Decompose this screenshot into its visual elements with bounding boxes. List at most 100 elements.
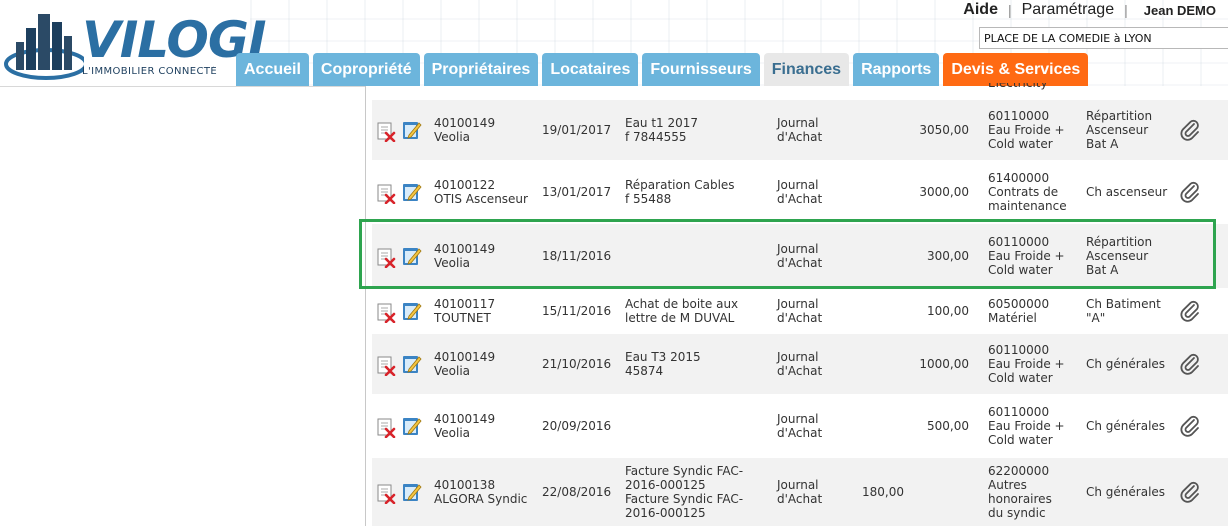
attachment-icon[interactable]: [1178, 299, 1202, 323]
libelle-cell-line: Facture Syndic FAC-: [625, 464, 744, 478]
attachment-icon[interactable]: [1178, 118, 1202, 142]
tab-copropri-t-[interactable]: Copropriété: [312, 53, 420, 86]
account-cell-line: Autres: [988, 478, 1027, 492]
supplier-cell-line: 40100149: [434, 242, 496, 256]
journal-cell-line: d'Achat: [777, 492, 823, 506]
account-cell-line: maintenance: [988, 199, 1067, 213]
libelle-cell-line: Eau T3 2015: [625, 350, 701, 364]
account-cell-line: 60110000: [988, 343, 1050, 357]
attachment-icon[interactable]: [1178, 180, 1202, 204]
libelle-cell-line: Eau t1 2017: [625, 116, 699, 130]
account-cell-line: du syndic: [988, 506, 1046, 520]
delete-icon[interactable]: [376, 122, 396, 143]
tab-devis-services[interactable]: Devis & Services: [943, 53, 1089, 86]
amount-cell: 1000,00: [919, 357, 969, 371]
table-row[interactable]: 40100149 Veolia 20/09/2016 Journal d'Achat 50…: [372, 396, 1228, 456]
edit-icon[interactable]: [402, 301, 422, 321]
main-nav: Accueil Copropriété Propriétaires Locataire…: [236, 53, 1092, 86]
table-row[interactable]: 40100138 ALGORA Syndic 22/08/2016 Facture S…: [372, 458, 1228, 526]
edit-icon[interactable]: [402, 482, 422, 502]
supplier-cell: 40100149 Veolia: [434, 350, 495, 378]
repartition-cell: Répartition Ascenseur Bat A: [1086, 235, 1152, 277]
amount-cell: 500,00: [927, 419, 969, 433]
debit-cell: 180,00: [862, 485, 904, 499]
repartition-cell-line: Ascenseur: [1086, 249, 1149, 263]
amount-cell: 300,00: [927, 249, 969, 263]
account-cell: 62200000 Autres honoraires du syndic: [988, 464, 1052, 520]
supplier-cell-line: 40100149: [434, 116, 496, 130]
edit-icon[interactable]: [402, 120, 422, 140]
tab-fournisseurs[interactable]: Fournisseurs: [642, 53, 760, 86]
tab-locataires[interactable]: Locataires: [542, 53, 639, 86]
amount-cell: 3000,00: [919, 185, 969, 199]
repartition-cell: Ch générales: [1086, 357, 1165, 371]
supplier-cell-line: 40100122: [434, 178, 496, 192]
date-cell: 18/11/2016: [542, 249, 612, 263]
libelle-cell-line: 2016-000125: [625, 506, 706, 520]
edit-icon[interactable]: [402, 246, 422, 266]
libelle-cell: Réparation Cables f 55488: [625, 178, 735, 206]
account-cell-line: 60110000: [988, 109, 1050, 123]
attachment-icon[interactable]: [1178, 352, 1202, 376]
journal-cell-line: Journal: [777, 297, 819, 311]
delete-icon[interactable]: [376, 248, 396, 269]
parametrage-link[interactable]: Paramétrage: [1022, 1, 1115, 19]
tab-rapports[interactable]: Rapports: [853, 53, 940, 86]
account-cell-line: 61400000: [988, 171, 1050, 185]
delete-icon[interactable]: [376, 418, 396, 439]
attachment-icon[interactable]: [1178, 480, 1202, 504]
table-row[interactable]: 40100149 Veolia 19/01/2017 Eau t1 2017 f 784…: [372, 100, 1228, 160]
account-cell: 60110000 Eau Froide + Cold water: [988, 109, 1065, 151]
edit-icon[interactable]: [402, 354, 422, 374]
supplier-cell-line: OTIS Ascenseur: [434, 192, 528, 206]
table-row[interactable]: 40100149 Veolia 18/11/2016 Journal d'Achat 30…: [372, 224, 1228, 288]
edit-icon[interactable]: [402, 182, 422, 202]
tab-finances[interactable]: Finances: [763, 53, 850, 86]
libelle-cell-line: f 7844555: [625, 130, 687, 144]
delete-icon[interactable]: [376, 303, 396, 324]
account-cell-line: 60110000: [988, 405, 1050, 419]
journal-cell: Journal d'Achat: [777, 116, 822, 144]
user-name[interactable]: Jean DEMO: [1144, 3, 1216, 18]
supplier-cell: 40100138 ALGORA Syndic: [434, 478, 527, 506]
account-cell-line: 60110000: [988, 235, 1050, 249]
table-row[interactable]: 40100149 Veolia 21/10/2016 Eau T3 2015 45874…: [372, 334, 1228, 394]
journal-cell-line: Journal: [777, 116, 819, 130]
delete-icon[interactable]: [376, 484, 396, 505]
top-links: Aide | Paramétrage | Jean DEMO: [963, 1, 1216, 19]
table-row[interactable]: 40100122 OTIS Ascenseur 13/01/2017 Réparati…: [372, 162, 1228, 222]
repartition-cell-line: Ch générales: [1086, 357, 1166, 371]
vilogi-logo[interactable]: VILOGI L'IMMOBILIER CONNECTÉ: [4, 6, 267, 86]
table-row[interactable]: 40100117 TOUTNET 15/11/2016 Achat de boite …: [372, 290, 1228, 332]
account-cell-line: Contrats de: [988, 185, 1059, 199]
delete-icon[interactable]: [376, 356, 396, 377]
tab-accueil[interactable]: Accueil: [236, 53, 309, 86]
account-cell-line: Cold water: [988, 263, 1053, 277]
account-cell-line: 62200000: [988, 464, 1050, 478]
delete-icon[interactable]: [376, 184, 396, 205]
account-cell: 60110000 Eau Froide + Cold water: [988, 343, 1065, 385]
account-cell-line: 60500000: [988, 297, 1050, 311]
header: VILOGI L'IMMOBILIER CONNECTÉ Aide | Para…: [0, 0, 1228, 87]
journal-cell: Journal d'Achat: [777, 350, 822, 378]
supplier-cell-line: Veolia: [434, 130, 471, 144]
journal-cell-line: Journal: [777, 350, 819, 364]
journal-cell-line: Journal: [777, 178, 819, 192]
attachment-icon[interactable]: [1178, 414, 1202, 438]
tab-propri-taires[interactable]: Propriétaires: [423, 53, 539, 86]
account-cell-line: Matériel: [988, 311, 1037, 325]
aide-link[interactable]: Aide: [963, 1, 998, 19]
account-cell: 60500000 Matériel: [988, 297, 1049, 325]
account-cell-line: Cold water: [988, 137, 1053, 151]
edit-icon[interactable]: [402, 416, 422, 436]
location-select[interactable]: PLACE DE LA COMEDIE à LYON: [979, 27, 1228, 49]
supplier-cell: 40100149 Veolia: [434, 116, 495, 144]
supplier-cell: 40100122 OTIS Ascenseur: [434, 178, 528, 206]
account-cell-line: Eau Froide +: [988, 419, 1065, 433]
libelle-cell: Facture Syndic FAC- 2016-000125 Facture Sy…: [625, 464, 743, 520]
libelle-cell-line: 2016-000125: [625, 478, 706, 492]
account-cell-line: Eau Froide +: [988, 357, 1065, 371]
libelle-cell-line: Achat de boite aux: [625, 297, 739, 311]
journal-cell: Journal d'Achat: [777, 242, 822, 270]
account-cell: 61400000 Contrats de maintenance: [988, 171, 1067, 213]
